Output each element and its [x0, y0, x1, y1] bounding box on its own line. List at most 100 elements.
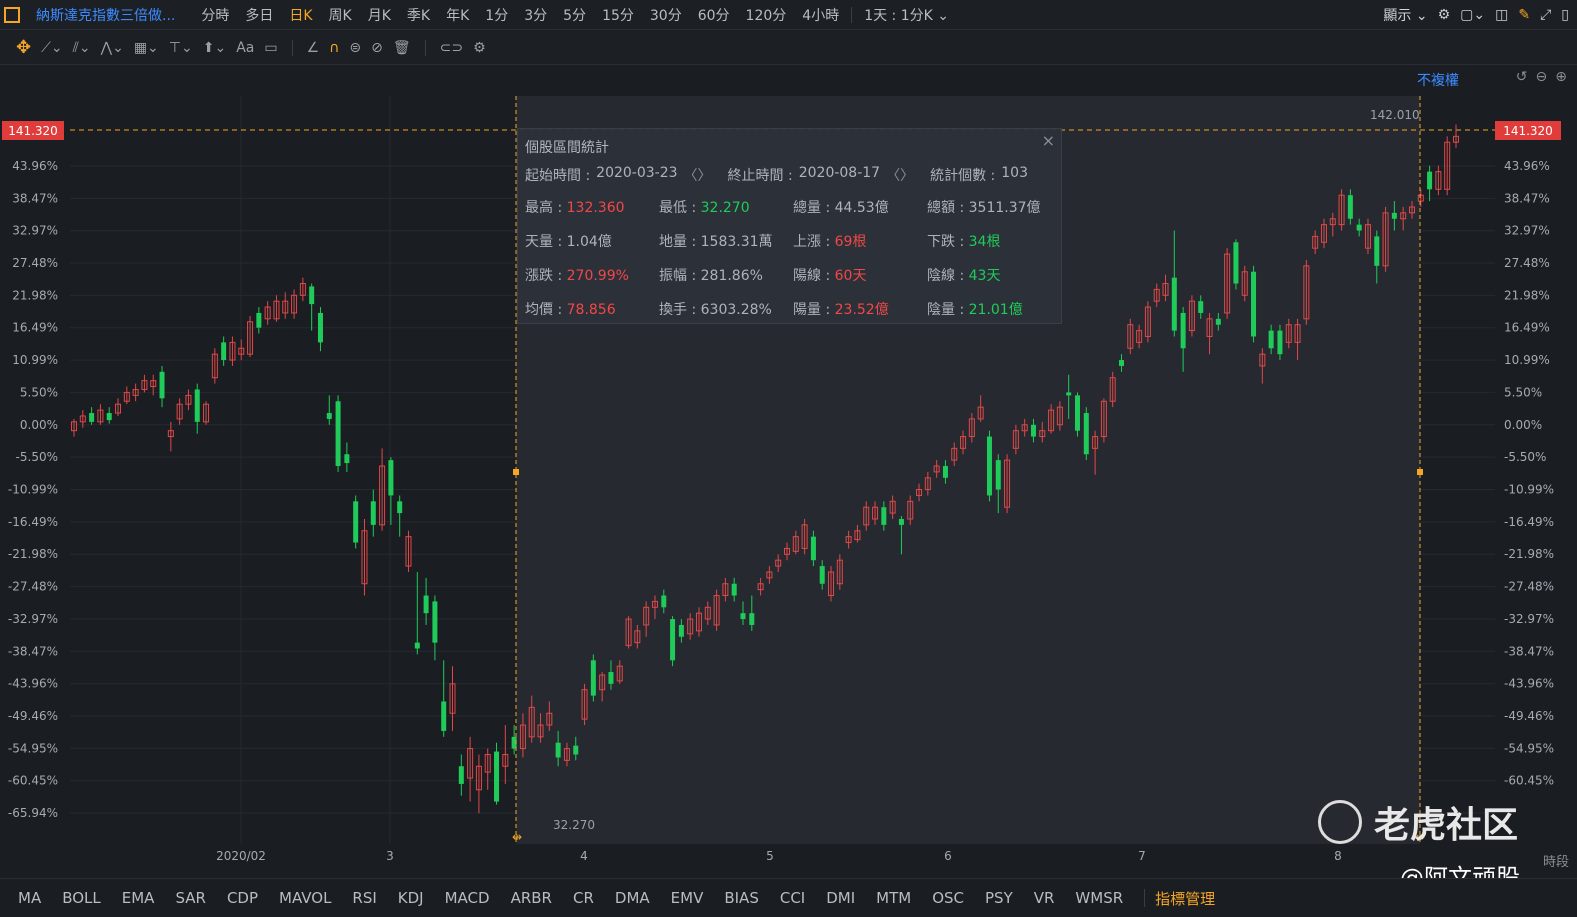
- candle: [344, 442, 350, 472]
- adjust-mode[interactable]: 不複權: [1417, 70, 1459, 90]
- indicator-tab[interactable]: RSI: [352, 889, 376, 907]
- start-arrows-icon[interactable]: 〈〉: [684, 165, 712, 185]
- trash-icon[interactable]: 🗑: [393, 40, 411, 56]
- candle: [194, 383, 200, 434]
- wave-tool-icon[interactable]: ⋀⌄: [101, 40, 124, 56]
- arrow-tool-icon[interactable]: ⬆⌄: [203, 40, 226, 56]
- timeframe-tab[interactable]: 4小時: [794, 5, 847, 25]
- right-tick-label: 10.99%: [1504, 353, 1550, 367]
- move-icon[interactable]: ✥: [16, 37, 31, 58]
- symbol-title[interactable]: 納斯達克指數三倍做...: [36, 5, 175, 25]
- indicator-tab[interactable]: BOLL: [62, 889, 101, 907]
- top-bar: 納斯達克指數三倍做... 分時 多日 日K 周K 月K 季K 年K 1分 3分 5分 15分 30分 6…: [0, 0, 1577, 30]
- indicator-tab[interactable]: PSY: [985, 889, 1013, 907]
- stat-label: 陽線 :: [793, 268, 835, 284]
- timeframe-tab[interactable]: 季K: [399, 5, 438, 25]
- indicator-tab[interactable]: MTM: [876, 889, 911, 907]
- period-select[interactable]: 1天 : 1分K ⌄: [856, 5, 957, 25]
- hide-drawing-icon[interactable]: ⊘: [371, 40, 383, 56]
- candle-body: [740, 613, 746, 620]
- candle: [89, 407, 95, 425]
- settings-icon[interactable]: ⚙: [1438, 7, 1451, 23]
- indicator-tab[interactable]: CDP: [227, 889, 258, 907]
- zoom-in-icon[interactable]: ⊕: [1555, 69, 1567, 85]
- comment-tool-icon[interactable]: ▭: [264, 40, 277, 56]
- timeframe-tab[interactable]: 15分: [594, 5, 642, 25]
- left-tick-label: 10.99%: [12, 353, 58, 367]
- candle-body: [221, 342, 227, 361]
- timeframe-tab[interactable]: 30分: [642, 5, 690, 25]
- timeframe-tab[interactable]: 多日: [237, 5, 281, 25]
- indicator-tab[interactable]: KDJ: [398, 889, 424, 907]
- line-tool-icon[interactable]: ⟋⌄: [41, 40, 63, 56]
- undo-icon[interactable]: ↺: [1516, 69, 1528, 85]
- eraser-icon[interactable]: ∠: [307, 40, 320, 56]
- timeframe-tab[interactable]: 年K: [438, 5, 477, 25]
- fib-tool-icon[interactable]: ▦⌄: [134, 40, 159, 56]
- layout-icon[interactable]: ▢⌄: [1460, 7, 1485, 23]
- indicator-tab[interactable]: MAVOL: [279, 889, 331, 907]
- right-tick-label: 5.50%: [1504, 385, 1542, 399]
- indicator-tab[interactable]: MACD: [445, 889, 490, 907]
- timeframe-tab[interactable]: 5分: [555, 5, 594, 25]
- indicator-tab[interactable]: DMI: [826, 889, 855, 907]
- candle: [335, 395, 341, 472]
- range-drag-start-icon[interactable]: ⇹: [512, 830, 522, 844]
- stat-value: 69根: [834, 234, 867, 250]
- divider: [291, 39, 293, 56]
- stat-cell: 均價 : 78.856: [525, 299, 659, 319]
- stat-label: 地量 :: [659, 234, 701, 250]
- display-menu[interactable]: 顯示 ⌄: [1383, 5, 1427, 25]
- magnet-icon[interactable]: ∩: [329, 40, 339, 56]
- candle-body: [670, 619, 676, 661]
- indicator-tab[interactable]: MA: [18, 889, 41, 907]
- channel-tool-icon[interactable]: ⫽⌄: [73, 40, 91, 56]
- left-tick-label: 5.50%: [20, 385, 58, 399]
- timeframe-tab[interactable]: 60分: [690, 5, 738, 25]
- indicator-tab[interactable]: DMA: [615, 889, 650, 907]
- close-icon[interactable]: ×: [1042, 131, 1055, 150]
- left-tick-label: -16.49%: [8, 515, 58, 529]
- pencil-icon[interactable]: ✎: [1518, 7, 1530, 23]
- timeframe-tab[interactable]: 分時: [193, 5, 237, 25]
- timeframe-tab[interactable]: 日K: [281, 5, 320, 25]
- fullscreen-icon[interactable]: ⤢: [1540, 7, 1551, 23]
- candle: [1083, 407, 1089, 461]
- top-right-tools: 顯示 ⌄ ⚙ ▢⌄ ◫ ✎ ⤢ ▯: [1383, 0, 1569, 30]
- indicator-tab[interactable]: ARBR: [511, 889, 552, 907]
- indicator-tab[interactable]: CR: [573, 889, 594, 907]
- indicator-tab[interactable]: OSC: [932, 889, 964, 907]
- indicator-tab[interactable]: EMA: [122, 889, 155, 907]
- indicator-tab[interactable]: CCI: [780, 889, 805, 907]
- timeframe-tab[interactable]: 周K: [321, 5, 360, 25]
- stat-value: 32.270: [700, 200, 750, 216]
- timeframe-tab[interactable]: 120分: [738, 5, 795, 25]
- candle: [1251, 265, 1257, 343]
- time-axis-label[interactable]: 時段: [1543, 851, 1569, 870]
- end-arrows-icon[interactable]: 〈〉: [886, 165, 914, 185]
- timeframe-tab[interactable]: 月K: [360, 5, 399, 25]
- indicator-manager-button[interactable]: 指標管理: [1155, 888, 1215, 909]
- timeframe-tab[interactable]: 3分: [516, 5, 555, 25]
- camera-icon[interactable]: ◫: [1495, 7, 1508, 23]
- candle-body: [1171, 277, 1177, 331]
- panel-icon[interactable]: ▯: [1561, 7, 1569, 23]
- app-logo-icon: [4, 6, 20, 23]
- zoom-out-icon[interactable]: ⊖: [1536, 69, 1548, 85]
- indicator-tab[interactable]: VR: [1034, 889, 1055, 907]
- measure-tool-icon[interactable]: ⊤⌄: [169, 40, 193, 56]
- range-start-handle[interactable]: [513, 469, 519, 475]
- indicator-tab[interactable]: EMV: [671, 889, 704, 907]
- lock-drawing-icon[interactable]: ⊜: [349, 40, 361, 56]
- indicator-tab[interactable]: SAR: [175, 889, 205, 907]
- gear-icon[interactable]: ⚙: [473, 40, 486, 56]
- start-label: 起始時間 :: [525, 168, 591, 184]
- indicator-tab[interactable]: WMSR: [1075, 889, 1123, 907]
- range-end-handle[interactable]: [1417, 469, 1423, 475]
- left-tick-label: 16.49%: [12, 321, 58, 335]
- text-tool-icon[interactable]: Aa: [236, 40, 254, 56]
- indicator-tab[interactable]: BIAS: [724, 889, 759, 907]
- timeframe-tab[interactable]: 1分: [477, 5, 516, 25]
- candle: [1427, 165, 1433, 202]
- link-icon[interactable]: ⊂⊃: [440, 40, 463, 56]
